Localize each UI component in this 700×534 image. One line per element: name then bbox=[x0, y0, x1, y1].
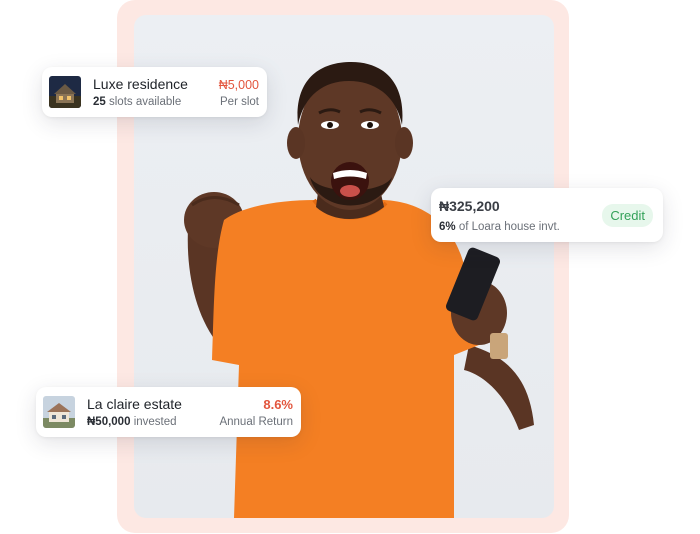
slots-available: 25 slots available bbox=[93, 96, 181, 108]
slots-count: 25 bbox=[93, 96, 106, 108]
property-title: La claire estate bbox=[87, 396, 182, 412]
price-per-slot: ₦5,000 bbox=[218, 78, 259, 92]
slots-label: slots available bbox=[109, 96, 182, 108]
invested-label: invested bbox=[133, 416, 177, 428]
property-thumbnail bbox=[49, 76, 81, 108]
credit-amount: ₦325,200 bbox=[439, 198, 500, 214]
amount-invested: ₦50,000 invested bbox=[87, 416, 177, 428]
credit-percent: 6% bbox=[439, 221, 456, 233]
property-title: Luxe residence bbox=[93, 76, 188, 92]
invested-amount: ₦50,000 bbox=[87, 416, 131, 428]
annual-return-label: Annual Return bbox=[219, 416, 293, 428]
la-claire-estate-card[interactable]: La claire estate ₦50,000 invested 8.6% A… bbox=[36, 387, 301, 437]
credit-description: 6% of Loara house invt. bbox=[439, 221, 560, 233]
property-thumbnail bbox=[43, 396, 75, 428]
credit-badge: Credit bbox=[602, 204, 653, 227]
price-unit: Per slot bbox=[220, 96, 259, 108]
credit-description-text: of Loara house invt. bbox=[458, 221, 560, 233]
luxe-residence-card[interactable]: Luxe residence 25 slots available ₦5,000… bbox=[42, 67, 267, 117]
annual-return-rate: 8.6% bbox=[263, 397, 293, 412]
credit-card[interactable]: ₦325,200 6% of Loara house invt. Credit bbox=[431, 188, 663, 242]
